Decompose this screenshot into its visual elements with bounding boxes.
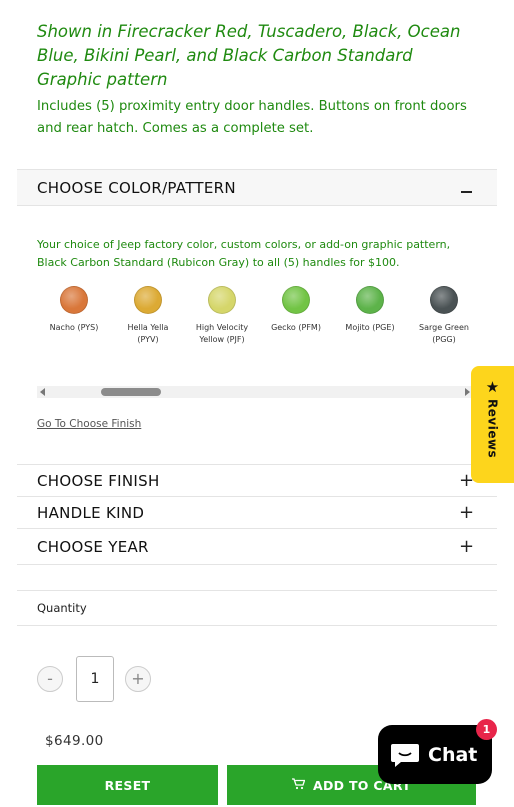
chat-bubble-icon: [390, 742, 420, 768]
accordion-choose-year[interactable]: CHOOSE YEAR +: [17, 528, 497, 565]
swatch-label: Hella Yella (PYV): [127, 323, 169, 344]
accordion-choose-year-label: CHOOSE YEAR: [37, 537, 149, 556]
star-icon: ★: [485, 378, 500, 396]
product-includes-text: Includes (5) proximity entry door handle…: [37, 99, 467, 136]
accordion-choose-finish[interactable]: CHOOSE FINISH +: [17, 464, 497, 496]
swatch-dot[interactable]: [430, 286, 458, 314]
swatch-hella-yella[interactable]: Hella Yella (PYV): [111, 286, 185, 346]
collapse-icon[interactable]: [459, 179, 473, 197]
quantity-input[interactable]: [76, 656, 114, 702]
cart-icon: [291, 777, 306, 793]
swatch-nacho[interactable]: Nacho (PYS): [37, 286, 111, 334]
expand-icon[interactable]: +: [459, 503, 474, 522]
swatch-dot[interactable]: [208, 286, 236, 314]
reviews-tab-label: Reviews: [485, 399, 500, 459]
accordion-choose-color[interactable]: CHOOSE COLOR/PATTERN: [17, 169, 497, 206]
scroll-right-arrow-icon[interactable]: [465, 388, 470, 396]
color-swatch-list: Nacho (PYS) Hella Yella (PYV) High Veloc…: [37, 286, 473, 356]
swatch-scrollbar[interactable]: [37, 386, 473, 398]
scroll-left-arrow-icon[interactable]: [40, 388, 45, 396]
scrollbar-thumb[interactable]: [101, 388, 161, 396]
swatch-high-velocity-yellow[interactable]: High Velocity Yellow (PJF): [185, 286, 259, 346]
swatch-label: High Velocity Yellow (PJF): [195, 323, 249, 344]
go-to-choose-finish-link[interactable]: Go To Choose Finish: [37, 418, 141, 430]
swatch-gecko[interactable]: Gecko (PFM): [259, 286, 333, 334]
chat-notification-badge: 1: [476, 719, 497, 740]
accordion-choose-color-label: CHOOSE COLOR/PATTERN: [37, 178, 236, 197]
accordion-handle-kind-label: HANDLE KIND: [37, 503, 145, 522]
color-choice-description: Your choice of Jeep factory color, custo…: [37, 238, 451, 269]
reset-button-label: RESET: [104, 777, 151, 793]
accordion-choose-finish-label: CHOOSE FINISH: [37, 471, 160, 490]
swatch-dot[interactable]: [282, 286, 310, 314]
swatch-mojito[interactable]: Mojito (PGE): [333, 286, 407, 334]
product-price: $649.00: [45, 733, 104, 749]
quantity-increment-button[interactable]: +: [125, 666, 151, 692]
swatch-dot[interactable]: [60, 286, 88, 314]
chat-label: Chat: [428, 743, 478, 766]
swatch-sarge-green[interactable]: Sarge Green (PGG): [407, 286, 473, 346]
swatch-label: Sarge Green (PGG): [419, 323, 469, 344]
swatch-label: Mojito (PGE): [345, 323, 395, 332]
product-headline: Shown in Firecracker Red, Tuscadero, Bla…: [37, 22, 461, 89]
swatch-label: Nacho (PYS): [49, 323, 99, 332]
quantity-decrement-button[interactable]: -: [37, 666, 63, 692]
expand-icon[interactable]: +: [459, 537, 474, 556]
reset-button[interactable]: RESET: [37, 765, 218, 805]
swatch-dot[interactable]: [134, 286, 162, 314]
chat-button[interactable]: Chat 1: [378, 719, 497, 784]
quantity-label: Quantity: [17, 590, 497, 626]
swatch-dot[interactable]: [356, 286, 384, 314]
accordion-handle-kind[interactable]: HANDLE KIND +: [17, 496, 497, 528]
reviews-tab[interactable]: ★ Reviews: [471, 366, 514, 483]
swatch-label: Gecko (PFM): [271, 323, 321, 332]
